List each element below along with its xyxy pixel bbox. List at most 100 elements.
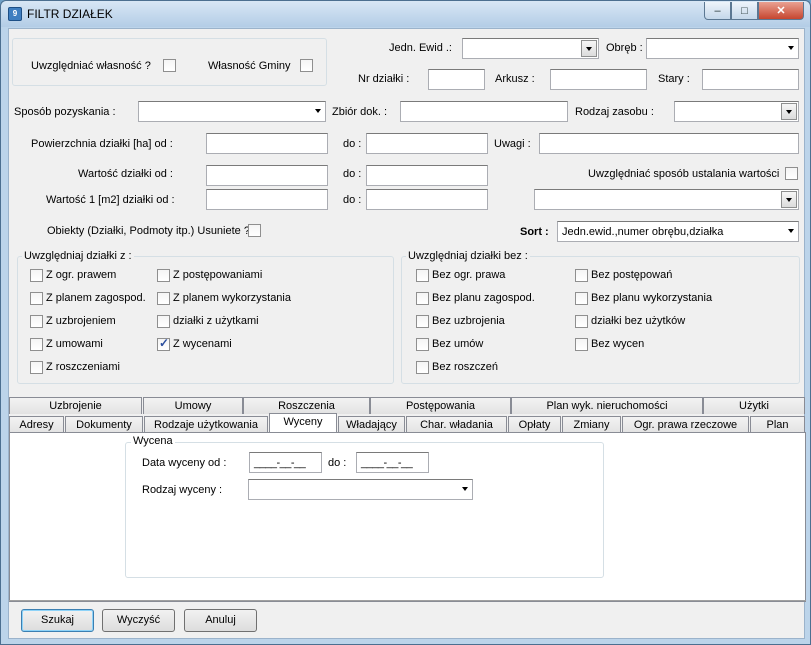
include-option-label: Z ogr. prawem xyxy=(46,269,117,281)
exclude-option-checkbox[interactable] xyxy=(416,292,429,305)
include-option-label: Z wycenami xyxy=(173,338,232,350)
tab-opłaty[interactable]: Opłaty xyxy=(508,416,561,433)
exclude-option-label: Bez postępowań xyxy=(591,269,673,281)
include-option-checkbox[interactable] xyxy=(30,315,43,328)
powierzchnia-do-input[interactable] xyxy=(366,133,488,154)
tab-adresy[interactable]: Adresy xyxy=(9,416,64,433)
nr-dzialki-input[interactable] xyxy=(428,69,485,90)
exclude-option-label: Bez umów xyxy=(432,338,484,350)
exclude-option-checkbox[interactable] xyxy=(575,269,588,282)
tab-ogr-prawa-rzeczowe[interactable]: Ogr. prawa rzeczowe xyxy=(622,416,749,433)
exclude-option-checkbox[interactable] xyxy=(575,292,588,305)
include-option-checkbox[interactable] xyxy=(157,292,170,305)
include-option-checkbox[interactable] xyxy=(157,336,170,351)
exclude-option-checkbox[interactable] xyxy=(416,361,429,374)
chevron-down-icon[interactable] xyxy=(581,40,597,57)
exclude-option-label: Bez ogr. prawa xyxy=(432,269,506,281)
data-wyceny-label: Data wyceny od : xyxy=(142,457,227,469)
include-group-title: Uwzględniaj działki z : xyxy=(22,250,134,262)
tab-dokumenty[interactable]: Dokumenty xyxy=(65,416,143,433)
include-ownership-checkbox[interactable] xyxy=(163,59,176,72)
tab-plan[interactable]: Plan xyxy=(750,416,805,433)
include-option-label: Z umowami xyxy=(46,338,103,350)
include-option-checkbox[interactable] xyxy=(157,269,170,282)
sposob-ustalania-combo[interactable] xyxy=(534,189,799,210)
chevron-down-icon xyxy=(788,229,794,233)
tab-rodzaje-użytkowania[interactable]: Rodzaje użytkowania xyxy=(144,416,268,433)
tab-page-wyceny: Wycena Data wyceny od : ____-__-__ do : … xyxy=(9,432,806,602)
jedn-ewid-label: Jedn. Ewid .: xyxy=(389,42,452,54)
search-button[interactable]: Szukaj xyxy=(21,609,94,632)
sort-combo[interactable]: Jedn.ewid.,numer obrębu,działka xyxy=(557,221,799,242)
include-option-checkbox[interactable] xyxy=(30,338,43,351)
tab-władający[interactable]: Władający xyxy=(338,416,405,433)
tab-użytki[interactable]: Użytki xyxy=(703,397,805,414)
exclude-option-checkbox[interactable] xyxy=(575,315,588,328)
exclude-option-checkbox[interactable] xyxy=(575,338,588,351)
tab-uzbrojenie[interactable]: Uzbrojenie xyxy=(9,397,142,414)
usuniete-checkbox[interactable] xyxy=(248,224,261,237)
wartosc1-do-input[interactable] xyxy=(366,189,488,210)
wartosc-do-label: do : xyxy=(343,168,362,180)
filter-window: 9 FILTR DZIAŁEK – □ ✕ Uwzględniać własno… xyxy=(0,0,811,645)
sort-label: Sort : xyxy=(520,226,549,238)
exclude-option-checkbox[interactable] xyxy=(416,315,429,328)
gmina-ownership-label: Własność Gminy xyxy=(208,60,291,72)
cancel-button[interactable]: Anuluj xyxy=(184,609,257,632)
wartosc1-od-input[interactable] xyxy=(206,189,328,210)
tab-roszczenia[interactable]: Roszczenia xyxy=(243,397,370,414)
exclude-option-label: Bez wycen xyxy=(591,338,645,350)
stary-input[interactable] xyxy=(702,69,799,90)
chevron-down-icon[interactable] xyxy=(781,103,797,120)
title-bar[interactable]: 9 FILTR DZIAŁEK – □ ✕ xyxy=(1,1,810,27)
ustalanie-wartosci-label: Uwzględniać sposób ustalania wartości xyxy=(588,168,780,180)
include-option-label: Z planem wykorzystania xyxy=(173,292,291,304)
exclude-option-checkbox[interactable] xyxy=(416,269,429,282)
data-wyceny-od-input[interactable]: ____-__-__ xyxy=(249,452,322,473)
include-option-checkbox[interactable] xyxy=(30,292,43,305)
uwagi-input[interactable] xyxy=(539,133,799,154)
gmina-ownership-checkbox[interactable] xyxy=(300,59,313,72)
wartosc-label: Wartość działki od : xyxy=(78,168,173,180)
zbior-dok-input[interactable] xyxy=(400,101,568,122)
data-wyceny-do-input[interactable]: ____-__-__ xyxy=(356,452,429,473)
wartosc1-label: Wartość 1 [m2] działki od : xyxy=(46,194,175,206)
jedn-ewid-combo[interactable] xyxy=(462,38,599,59)
exclude-option-label: Bez uzbrojenia xyxy=(432,315,505,327)
tab-plan-wyk-nieruchomości[interactable]: Plan wyk. nieruchomości xyxy=(511,397,703,414)
obreb-combo[interactable] xyxy=(646,38,799,59)
tab-umowy[interactable]: Umowy xyxy=(143,397,243,414)
exclude-option-checkbox[interactable] xyxy=(416,338,429,351)
exclude-option-label: działki bez użytków xyxy=(591,315,686,327)
ustalanie-wartosci-checkbox[interactable] xyxy=(785,167,798,180)
arkusz-label: Arkusz : xyxy=(495,73,535,85)
sposob-pozyskania-combo[interactable] xyxy=(138,101,326,122)
app-icon: 9 xyxy=(8,7,22,21)
wycena-group-title: Wycena xyxy=(131,435,175,447)
tab-wyceny[interactable]: Wyceny xyxy=(269,413,337,433)
clear-button[interactable]: Wyczyść xyxy=(102,609,175,632)
zbior-dok-label: Zbiór dok. : xyxy=(332,106,388,118)
rodzaj-wyceny-combo[interactable] xyxy=(248,479,473,500)
powierzchnia-do-label: do : xyxy=(343,138,362,150)
tab-zmiany[interactable]: Zmiany xyxy=(562,416,621,433)
powierzchnia-od-input[interactable] xyxy=(206,133,328,154)
tab-postępowania[interactable]: Postępowania xyxy=(370,397,511,414)
tab-char-władania[interactable]: Char. władania xyxy=(406,416,507,433)
wartosc-od-input[interactable] xyxy=(206,165,328,186)
include-option-checkbox[interactable] xyxy=(30,361,43,374)
wartosc-do-input[interactable] xyxy=(366,165,488,186)
include-option-checkbox[interactable] xyxy=(157,315,170,328)
minimize-button[interactable]: – xyxy=(704,2,731,20)
include-option-label: Z planem zagospod. xyxy=(46,292,146,304)
rodzaj-zasobu-combo[interactable] xyxy=(674,101,799,122)
chevron-down-icon[interactable] xyxy=(781,191,797,208)
tab-strip: Uzbrojenie Umowy Roszczenia Postępowania Pla… xyxy=(9,397,806,435)
include-option-label: Z uzbrojeniem xyxy=(46,315,116,327)
wartosc1-do-label: do : xyxy=(343,194,362,206)
maximize-button[interactable]: □ xyxy=(731,2,758,20)
include-option-checkbox[interactable] xyxy=(30,269,43,282)
arkusz-input[interactable] xyxy=(550,69,647,90)
close-button[interactable]: ✕ xyxy=(758,2,804,20)
sposob-pozyskania-label: Sposób pozyskania : xyxy=(14,106,116,118)
